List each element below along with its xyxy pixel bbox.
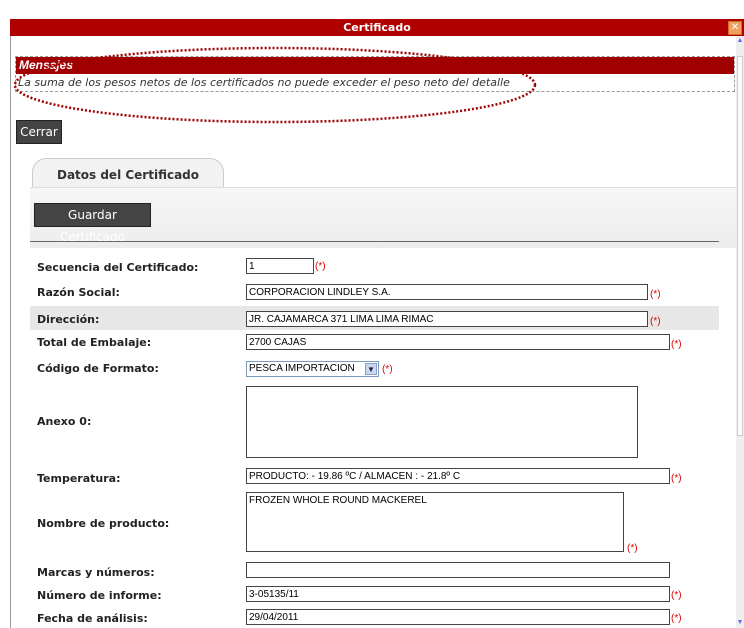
codigo-formato-value: PESCA IMPORTACION bbox=[249, 363, 355, 374]
numero-informe-input[interactable]: 3-05135/11 bbox=[246, 586, 670, 602]
nombre-producto-label: Nombre de producto: bbox=[37, 517, 170, 530]
secuencia-input[interactable]: 1 bbox=[246, 258, 314, 274]
scrollbar-thumb[interactable] bbox=[737, 56, 743, 436]
highlight-ellipse bbox=[13, 46, 537, 124]
codigo-formato-label: Código de Formato: bbox=[37, 362, 159, 375]
codigo-formato-required: (*) bbox=[382, 364, 393, 375]
nombre-producto-required: (*) bbox=[627, 543, 638, 554]
fecha-analisis-input[interactable]: 29/04/2011 bbox=[246, 609, 670, 625]
total-embalaje-required: (*) bbox=[671, 339, 682, 350]
nombre-producto-textarea[interactable]: FROZEN WHOLE ROUND MACKEREL bbox=[246, 492, 624, 552]
secuencia-label: Secuencia del Certificado: bbox=[37, 261, 199, 274]
numero-informe-label: Número de informe: bbox=[37, 589, 162, 602]
window-title: Certificado bbox=[343, 21, 411, 34]
close-button[interactable]: Cerrar bbox=[16, 120, 62, 144]
divider bbox=[30, 241, 719, 242]
tab-datos-del-certificado[interactable]: Datos del Certificado bbox=[32, 158, 224, 189]
direccion-input[interactable]: JR. CAJAMARCA 371 LIMA LIMA RIMAC bbox=[246, 311, 648, 327]
temperatura-input[interactable]: PRODUCTO: - 19.86 ºC / ALMACEN : - 21.8º… bbox=[246, 468, 670, 484]
razon-social-input[interactable]: CORPORACION LINDLEY S.A. bbox=[246, 284, 648, 300]
total-embalaje-label: Total de Embalaje: bbox=[37, 336, 152, 349]
direccion-required: (*) bbox=[650, 316, 661, 327]
marcas-label: Marcas y números: bbox=[37, 566, 155, 579]
fecha-analisis-label: Fecha de análisis: bbox=[37, 612, 148, 625]
close-icon[interactable]: ✕ bbox=[728, 21, 742, 35]
razon-social-required: (*) bbox=[650, 289, 661, 300]
codigo-formato-select[interactable]: PESCA IMPORTACION ▼ bbox=[246, 361, 379, 377]
scroll-up-icon[interactable]: ▲ bbox=[736, 36, 744, 46]
window-title-bar: Certificado ✕ bbox=[10, 19, 744, 36]
temperatura-label: Temperatura: bbox=[37, 472, 121, 485]
anexo-textarea[interactable] bbox=[246, 386, 638, 458]
save-certificate-button[interactable]: Guardar Certificado bbox=[34, 203, 151, 244]
chevron-down-icon[interactable]: ▼ bbox=[365, 363, 377, 375]
scroll-down-icon[interactable]: ▼ bbox=[736, 618, 744, 628]
secuencia-required: (*) bbox=[315, 261, 326, 272]
anexo-label: Anexo 0: bbox=[37, 415, 92, 428]
marcas-input[interactable] bbox=[246, 562, 670, 578]
razon-social-label: Razón Social: bbox=[37, 286, 120, 299]
fecha-analisis-required: (*) bbox=[671, 613, 682, 624]
temperatura-required: (*) bbox=[671, 473, 682, 484]
total-embalaje-input[interactable]: 2700 CAJAS bbox=[246, 334, 670, 350]
vertical-scrollbar[interactable]: ▲ ▼ bbox=[736, 36, 744, 628]
direccion-label: Dirección: bbox=[37, 313, 100, 326]
numero-informe-required: (*) bbox=[671, 590, 682, 601]
